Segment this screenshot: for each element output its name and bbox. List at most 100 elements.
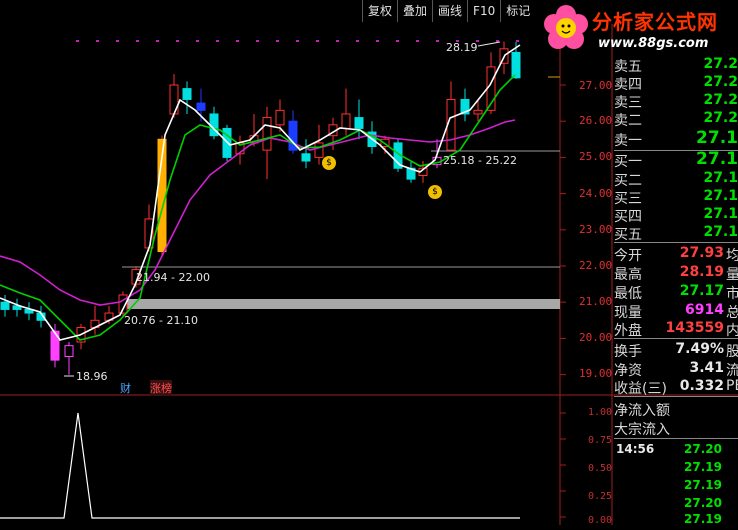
tick-row: 14:56 27.20 [614,442,738,460]
signal-dot [336,40,339,42]
candle-up [169,84,179,115]
candle-up [473,109,483,115]
stats-label: 收益(三) [614,381,667,397]
candle-down [301,153,311,162]
f10-button[interactable]: F10 [467,0,501,22]
tick-price: 27.19 [684,460,722,474]
tick-price: 27.20 [684,442,722,456]
candle-down [182,88,192,100]
block-inflow-text: 大宗流入 [614,422,670,438]
quote-value: 28.19 [679,264,724,280]
logo-title: 分析家公式网 [592,10,718,34]
high-price-annotation: 28.19 [446,41,478,54]
range-annotation: 21.94 - 22.00 [136,271,210,284]
net-inflow-label[interactable]: 净流入额 [614,400,738,419]
tick-row: 27.19 [614,478,738,496]
quote-value: 6914 [685,302,724,318]
tick-price: 27.19 [684,512,722,526]
finance-tag[interactable]: 财 [120,380,131,396]
signal-dot [376,40,379,42]
quote-extra: 内 [726,323,738,339]
quote-row: 最高 28.19 量 [614,264,738,283]
quote-label: 最低 [614,286,642,302]
quote-value: 27.17 [679,283,724,299]
signal-dot [96,40,99,42]
quote-value: 143559 [665,320,724,336]
stats-row: 净资 3.41 流 [614,360,738,379]
ask-price: 27.2 [703,92,738,108]
chart-toolbar: 复权 叠加 画线 F10 标记 [362,0,536,22]
indicator-axis-label: 0.75 [588,435,613,446]
bid-label: 买一 [614,154,642,170]
restore-rights-button[interactable]: 复权 [362,0,398,22]
overlay-button[interactable]: 叠加 [397,0,433,22]
ask-row[interactable]: 卖一 27.1 [614,128,738,149]
ask-price: 27.1 [696,128,738,148]
quote-extra: 量 [726,267,738,283]
signal-dot [436,40,439,42]
ask-label: 卖五 [614,59,642,75]
quote-label: 最高 [614,267,642,283]
low-price-annotation: 18.96 [76,370,108,383]
section-divider [614,338,738,339]
bid-label: 买四 [614,209,642,225]
ma5-line [0,44,521,341]
stats-row: 收益(三) 0.332PE [614,378,738,397]
ask-row[interactable]: 卖四 27.2 [614,74,738,93]
signal-dot [396,40,399,42]
signal-dot [196,40,199,42]
stats-extra: 股 [726,344,738,360]
ask-row[interactable]: 卖五 27.2 [614,56,738,75]
stats-value: 0.332 [679,378,724,394]
price-axis-label: 27.00 [579,79,613,92]
price-axis-label: 21.00 [579,295,613,308]
section-divider [614,242,738,243]
ask-label: 卖二 [614,113,642,129]
quote-row: 外盘 143559 内 [614,320,738,339]
tick-row: 27.19 [614,512,738,530]
signal-dot [496,40,499,42]
quote-label: 现量 [614,305,642,321]
stats-value: 7.49% [675,341,724,357]
limit-up-tag[interactable]: 涨榜 [150,380,172,396]
candle-down [354,117,364,129]
bid-label: 买二 [614,173,642,189]
net-inflow-text: 净流入额 [614,403,670,419]
site-logo: 分析家公式网 www.88gs.com [540,0,738,64]
range-annotation: 25.18 - 25.22 [443,154,517,167]
quote-row: 现量 6914 总 [614,302,738,321]
indicator-line [0,412,520,519]
signal-dot [216,40,219,42]
signal-dot [416,40,419,42]
quote-extra: 均 [726,248,738,264]
bid-row[interactable]: 买五 27.1 [614,224,738,243]
quote-row: 今开 27.93 均 [614,245,738,264]
tick-price: 27.19 [684,478,722,492]
draw-line-button[interactable]: 画线 [432,0,468,22]
stats-row: 换手 7.49% 股 [614,341,738,360]
bid-row[interactable]: 买二 27.1 [614,170,738,189]
signal-dot [356,40,359,42]
bid-row[interactable]: 买一 27.1 [614,149,738,170]
logo-url: www.88gs.com [598,36,709,51]
bid-label: 买五 [614,227,642,243]
stats-extra: PE [726,378,738,394]
bid-price: 27.1 [703,224,738,240]
price-axis-label: 26.00 [579,114,613,127]
block-inflow-label[interactable]: 大宗流入 [614,419,738,438]
bid-row[interactable]: 买三 27.1 [614,188,738,207]
bid-price: 27.1 [703,170,738,186]
ask-price: 27.2 [703,74,738,90]
ask-row[interactable]: 卖三 27.2 [614,92,738,111]
mark-button[interactable]: 标记 [500,0,536,22]
bid-row[interactable]: 买四 27.1 [614,206,738,225]
price-axis-label: 19.00 [579,367,613,380]
signal-dot [156,40,159,42]
ask-row[interactable]: 卖二 27.2 [614,110,738,129]
price-axis-label: 24.00 [579,187,613,200]
money-bag-icon[interactable]: $ [428,185,442,199]
money-bag-icon[interactable]: $ [322,156,336,170]
indicator-axis-label: 1.00 [588,407,613,418]
ask-price: 27.2 [703,110,738,126]
candle-up [275,109,285,126]
